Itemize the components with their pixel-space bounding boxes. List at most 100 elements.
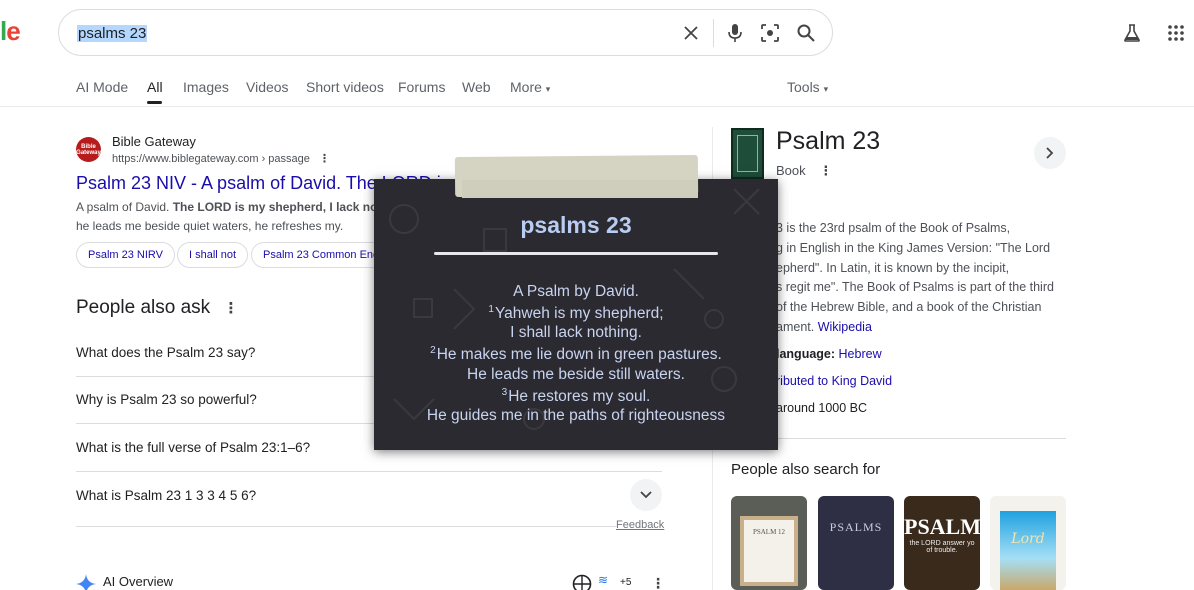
result-site-name[interactable]: Bible Gateway — [112, 134, 196, 149]
kp-fact-attributed: ributed to King David — [776, 374, 892, 388]
header-divider — [0, 106, 1194, 107]
tape-strip — [462, 180, 698, 198]
popup-verse-line: 3He restores my soul. — [374, 387, 778, 406]
kp-desc-line: s regit me". The Book of Psalms is part … — [776, 280, 1054, 294]
popup-verse-line: A Psalm by David. — [374, 283, 778, 301]
tab-web[interactable]: Web — [462, 79, 491, 95]
search-input[interactable]: psalms 23 — [77, 25, 148, 42]
paa-question-3[interactable]: What is the full verse of Psalm 23:1–6? — [76, 440, 310, 455]
result-more-options-icon[interactable]: ⋮ — [319, 153, 330, 165]
paa-divider — [76, 526, 616, 527]
popup-verse-line: He leads me beside still waters. — [374, 366, 778, 384]
kp-subtitle: Book ⋮ — [776, 163, 832, 179]
kp-subtitle-text: Book — [776, 163, 806, 178]
kp-chevron-right-icon[interactable] — [1034, 137, 1066, 169]
more-caret-icon: ▾ — [545, 84, 551, 94]
tab-more-label: More — [510, 79, 542, 95]
psalm-popup-card[interactable]: psalms 23 A Psalm by David. 1Yahweh is m… — [374, 179, 778, 450]
paa-divider — [76, 471, 662, 472]
globe-icon[interactable] — [572, 574, 592, 590]
result-url[interactable]: https://www.biblegateway.com › passage ⋮ — [112, 152, 330, 165]
clear-icon[interactable] — [679, 21, 703, 45]
popup-verse-text: He guides me in the paths of righteousne… — [426, 407, 726, 424]
verse-number: 3 — [501, 387, 508, 398]
pasf-card-psalms[interactable]: PSALMS — [818, 496, 894, 590]
pasf-card-title: Lord — [1000, 511, 1056, 590]
tab-forums[interactable]: Forums — [398, 79, 445, 95]
bible-gateway-favicon[interactable]: Bible Gateway — [76, 137, 101, 162]
popup-verse-text: He restores my soul. — [508, 388, 651, 405]
pasf-card-title: PSALMS — [829, 520, 883, 534]
popup-verse-text: Yahweh is my shepherd; — [494, 305, 664, 322]
kp-desc-line: 3 is the 23rd psalm of the Book of Psalm… — [776, 221, 1011, 235]
kp-book-cover-frame — [737, 135, 758, 172]
popup-verse-text: He leads me beside still waters. — [467, 366, 685, 383]
search-box[interactable]: psalms 23 — [58, 9, 833, 56]
result-snippet-line1: A psalm of David. The LORD is my shepher… — [76, 200, 377, 214]
wikipedia-link[interactable]: Wikipedia — [818, 320, 872, 334]
kp-attributed-link[interactable]: ributed to King David — [776, 374, 892, 388]
popup-verse-text: A Psalm by David. — [513, 283, 639, 300]
pasf-card-frame: PSALM 12 — [740, 516, 798, 586]
kp-desc-line: g in English in the King James Version: … — [776, 241, 1051, 255]
ai-overview-label: AI Overview — [103, 574, 174, 589]
tab-all[interactable]: All — [147, 79, 163, 95]
snippet-bold: The LORD is my shepherd, I lack no — [172, 200, 378, 214]
tab-ai-mode[interactable]: AI Mode — [76, 79, 128, 95]
paa-question-4[interactable]: What is Psalm 23 1 3 3 4 5 6? — [76, 488, 256, 503]
kp-fact-label: language: — [776, 347, 836, 361]
pasf-card-lord[interactable]: Lord — [990, 496, 1066, 590]
google-logo-fragment[interactable]: le — [0, 16, 21, 47]
chip-psalm-23-common-eng[interactable]: Psalm 23 Common Eng — [251, 242, 392, 268]
chip-i-shall-not[interactable]: I shall not — [177, 242, 249, 268]
kp-language-link[interactable]: Hebrew — [839, 347, 882, 361]
result-url-text: https://www.biblegateway.com › passage — [112, 153, 310, 165]
feedback-link[interactable]: Feedback — [616, 519, 664, 531]
labs-flask-icon[interactable] — [1121, 22, 1143, 44]
paa-title-text: People also ask — [76, 297, 211, 318]
chevron-down-icon[interactable] — [630, 479, 662, 511]
result-snippet-line2: he leads me beside quiet waters, he refr… — [76, 219, 344, 233]
kp-more-icon[interactable]: ⋮ — [819, 163, 832, 178]
pasf-card-title: PSALM — [904, 514, 980, 539]
popup-verse-line: 2He makes me lie down in green pastures. — [374, 345, 778, 364]
popup-title-rule — [434, 252, 718, 255]
kp-book-thumbnail[interactable] — [731, 128, 764, 179]
paa-question-1[interactable]: What does the Psalm 23 say? — [76, 345, 255, 360]
tab-more[interactable]: More ▾ — [510, 79, 550, 95]
search-divider — [713, 19, 714, 47]
chip-psalm-23-nirv[interactable]: Psalm 23 NIRV — [76, 242, 175, 268]
verse-number: 2 — [430, 345, 436, 356]
popup-verse-line: 1Yahweh is my shepherd; — [374, 304, 778, 323]
source-thumb-icon[interactable]: ≋ — [598, 573, 608, 587]
microphone-icon[interactable] — [723, 21, 747, 45]
tab-videos[interactable]: Videos — [246, 79, 289, 95]
pasf-card-psalm12[interactable]: PSALM 12 — [731, 496, 807, 590]
tab-images[interactable]: Images — [183, 79, 229, 95]
tools-caret-icon: ▾ — [823, 84, 829, 94]
pasf-card-sub: the LORD answer yo of trouble. — [909, 540, 975, 554]
kp-fact-language: language: Hebrew — [776, 347, 882, 361]
popup-title: psalms 23 — [520, 212, 632, 238]
pasf-card-psalm-tree[interactable]: PSALM the LORD answer yo of trouble. — [904, 496, 980, 590]
ai-overview-more-icon[interactable]: ⋮ — [651, 575, 665, 590]
tab-short-videos[interactable]: Short videos — [306, 79, 384, 95]
snippet-text: A psalm of David. — [76, 200, 173, 214]
ai-overview-source-count[interactable]: +5 — [620, 577, 631, 588]
popup-verse-text: I shall lack nothing. — [510, 324, 642, 341]
popup-verse-line: I shall lack nothing. — [374, 324, 778, 342]
ai-overview-spark-icon — [76, 574, 96, 590]
verse-number: 1 — [488, 304, 494, 315]
kp-desc-line: epherd". In Latin, it is known by the in… — [776, 261, 1010, 275]
kp-desc-line-last: ament. Wikipedia — [776, 320, 872, 334]
tools-button[interactable]: Tools ▾ — [787, 79, 828, 95]
paa-more-icon[interactable]: ⋮ — [223, 300, 238, 317]
apps-grid-icon[interactable] — [1165, 22, 1187, 44]
people-also-search-title: People also search for — [731, 461, 881, 478]
search-icon[interactable] — [794, 21, 818, 45]
paa-question-2[interactable]: Why is Psalm 23 so powerful? — [76, 392, 257, 407]
tools-label: Tools — [787, 79, 820, 95]
kp-title: Psalm 23 — [776, 127, 881, 155]
kp-fact-date: around 1000 BC — [776, 401, 868, 415]
lens-icon[interactable] — [758, 21, 782, 45]
